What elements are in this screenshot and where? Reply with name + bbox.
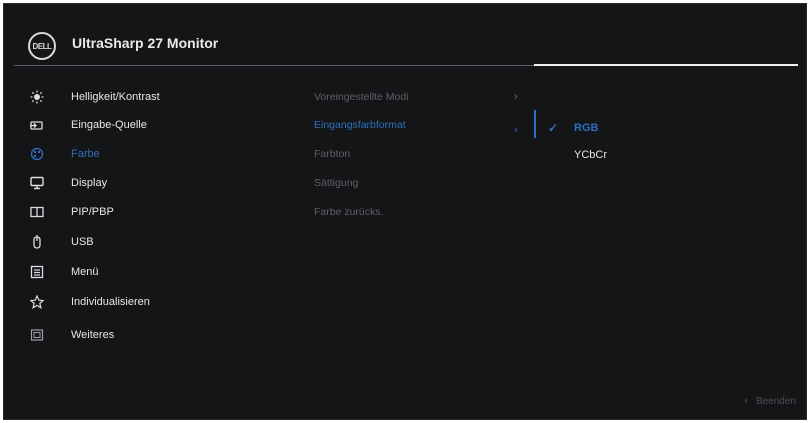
menu-label: Eingabe-Quelle [71, 119, 147, 131]
menu-item-menu[interactable]: Menü [30, 261, 270, 283]
menu-item-brightness[interactable]: Helligkeit/Kontrast [30, 86, 270, 108]
header-divider [14, 65, 534, 66]
menu-label: Weiteres [71, 329, 115, 341]
menu-label: Menü [71, 266, 99, 278]
submenu-label: Farbe zurücks. [314, 206, 384, 218]
menu-item-pip-pbp[interactable]: PIP/PBP [30, 201, 270, 223]
menu-icon [30, 265, 44, 279]
submenu-item-saturation[interactable]: Sättigung [314, 172, 524, 194]
submenu-label: Eingangsfarbformat [314, 119, 406, 131]
checkmark-icon: ✓ [548, 121, 559, 135]
menu-label: Individualisieren [71, 296, 150, 308]
menu-item-display[interactable]: Display [30, 172, 270, 194]
menu-label: PIP/PBP [71, 206, 114, 218]
color-icon [30, 147, 44, 161]
option-label: RGB [574, 122, 599, 134]
submenu-item-preset-modes[interactable]: Voreingestellte Modi › [314, 86, 524, 108]
menu-label: Farbe [71, 148, 100, 160]
star-icon [30, 295, 44, 309]
others-icon [30, 328, 44, 342]
submenu-label: Farbton [314, 148, 351, 160]
submenu-item-reset-color[interactable]: Farbe zurücks. [314, 201, 524, 223]
brightness-icon [30, 90, 44, 104]
input-source-icon [30, 118, 44, 132]
submenu-label: Sättigung [314, 177, 359, 189]
exit-button[interactable]: ‹ Beenden [744, 395, 796, 407]
header-divider-highlight [534, 64, 798, 66]
menu-item-others[interactable]: Weiteres [30, 324, 270, 346]
logo-text: DELL [32, 41, 52, 51]
chevron-right-icon: › [514, 91, 518, 103]
usb-icon [30, 235, 44, 249]
chevron-right-icon: › [514, 124, 518, 136]
menu-item-usb[interactable]: USB [30, 231, 270, 253]
submenu-item-input-color-format[interactable]: Eingangsfarbformat › [314, 114, 524, 136]
option-ycbcr[interactable]: YCbCr [534, 144, 764, 166]
menu-item-color[interactable]: Farbe [30, 143, 270, 165]
menu-label: Helligkeit/Kontrast [71, 91, 160, 103]
dell-logo: DELL [28, 32, 56, 60]
menu-item-input-source[interactable]: Eingabe-Quelle [30, 114, 270, 136]
submenu-item-hue[interactable]: Farbton [314, 143, 524, 165]
osd-header: DELL UltraSharp 27 Monitor [4, 4, 806, 74]
menu-label: USB [71, 236, 94, 248]
chevron-left-icon: ‹ [744, 395, 748, 407]
option-rgb[interactable]: ✓ RGB [534, 117, 764, 139]
option-label: YCbCr [574, 149, 608, 161]
exit-label: Beenden [755, 395, 796, 407]
display-icon [30, 176, 44, 190]
menu-item-personalize[interactable]: Individualisieren [30, 291, 270, 313]
osd-panel: DELL UltraSharp 27 Monitor Helligkeit/Ko… [3, 3, 807, 420]
pip-icon [30, 205, 44, 219]
menu-label: Display [71, 177, 108, 189]
submenu-label: Voreingestellte Modi [314, 91, 409, 103]
monitor-title: UltraSharp 27 Monitor [72, 35, 219, 51]
